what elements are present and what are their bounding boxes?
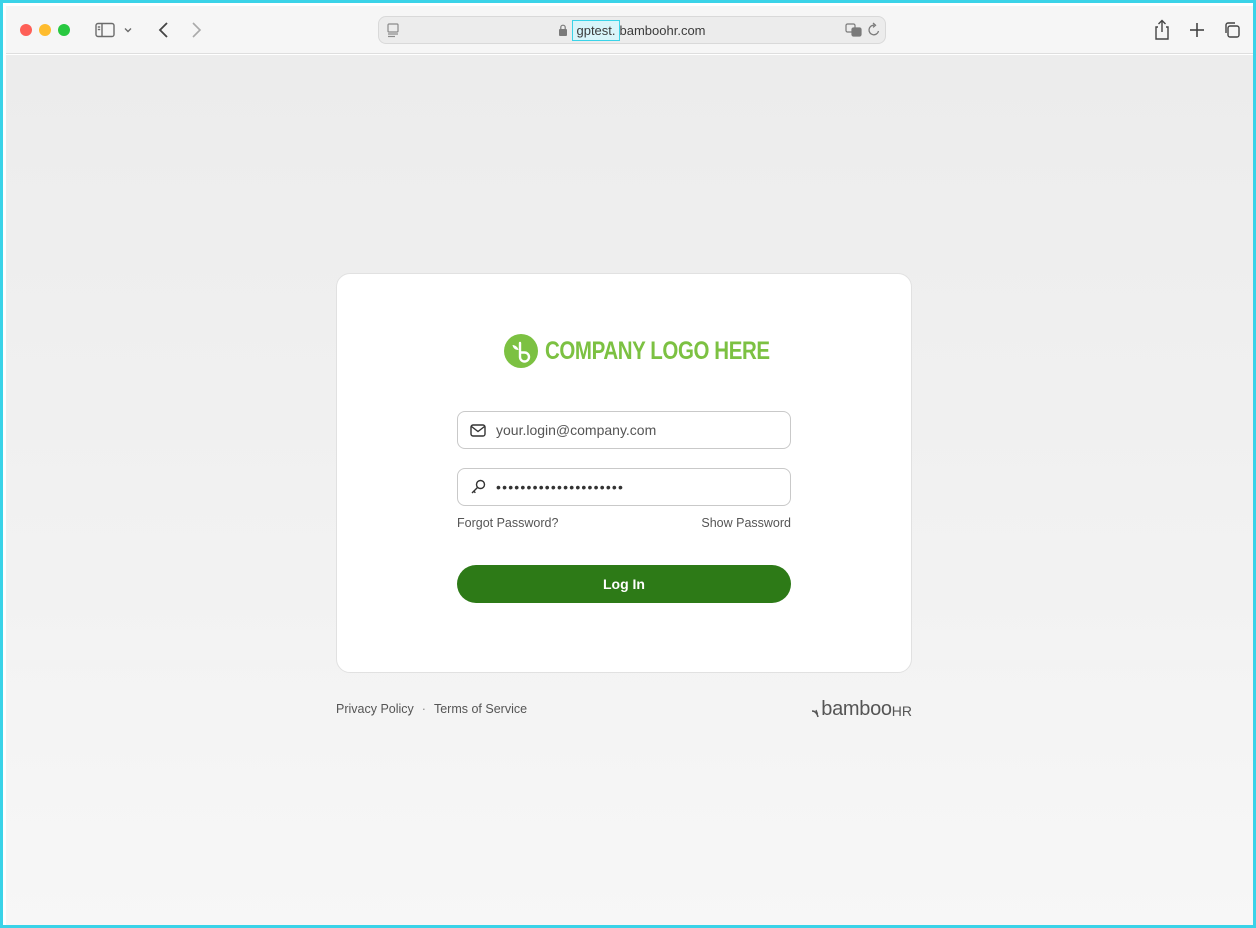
- zoom-window-button[interactable]: [58, 24, 70, 36]
- close-window-button[interactable]: [20, 24, 32, 36]
- reload-icon[interactable]: [867, 22, 881, 38]
- password-links: Forgot Password? Show Password: [457, 515, 791, 531]
- bamboohr-hr: HR: [891, 703, 912, 719]
- email-input[interactable]: [496, 422, 776, 438]
- bamboohr-logo: bamboo HR: [811, 697, 912, 721]
- password-input[interactable]: •••••••••••••••••••••: [496, 479, 624, 495]
- share-icon[interactable]: [1151, 16, 1173, 44]
- browser-toolbar: gptest. bamboohr.com: [6, 6, 1253, 54]
- privacy-policy-link[interactable]: Privacy Policy: [336, 702, 414, 716]
- email-field[interactable]: [457, 411, 791, 449]
- lock-icon: [559, 24, 568, 36]
- address-bar[interactable]: gptest. bamboohr.com: [378, 16, 886, 44]
- page-content: COMPANY LOGO HERE your.login@company.com…: [6, 55, 1253, 925]
- mail-icon: [469, 421, 487, 439]
- key-icon: [469, 478, 487, 496]
- show-password-link[interactable]: Show Password: [701, 516, 791, 530]
- new-tab-icon[interactable]: [1186, 16, 1208, 44]
- url-subdomain-highlight: gptest.: [572, 19, 620, 41]
- translate-icon[interactable]: [845, 22, 863, 38]
- footer-separator: ·: [421, 702, 426, 716]
- chevron-down-icon[interactable]: [122, 16, 134, 44]
- password-field[interactable]: •••••••••••••••••••••: [457, 468, 791, 506]
- url-display[interactable]: gptest. bamboohr.com: [379, 17, 885, 43]
- forgot-password-link[interactable]: Forgot Password?: [457, 516, 558, 530]
- sidebar-icon[interactable]: [94, 16, 116, 44]
- minimize-window-button[interactable]: [39, 24, 51, 36]
- tab-overview-icon[interactable]: [1220, 16, 1244, 44]
- forward-icon[interactable]: [186, 16, 206, 44]
- bamboo-leaf-icon: [504, 334, 538, 368]
- company-logo: COMPANY LOGO HERE: [337, 331, 911, 371]
- page-footer: Privacy Policy · Terms of Service bamboo…: [336, 697, 912, 721]
- bamboo-sprout-icon: [812, 709, 820, 718]
- terms-of-service-link[interactable]: Terms of Service: [434, 702, 527, 716]
- login-button[interactable]: Log In: [457, 565, 791, 603]
- login-card: COMPANY LOGO HERE your.login@company.com…: [336, 273, 912, 673]
- back-icon[interactable]: [154, 16, 174, 44]
- url-domain: bamboohr.com: [619, 22, 706, 38]
- logo-text: COMPANY LOGO HERE: [545, 336, 770, 365]
- browser-window: gptest. bamboohr.com COMPANY LOGO HERE y…: [0, 0, 1256, 928]
- bamboohr-wordmark: bamboo: [821, 698, 892, 720]
